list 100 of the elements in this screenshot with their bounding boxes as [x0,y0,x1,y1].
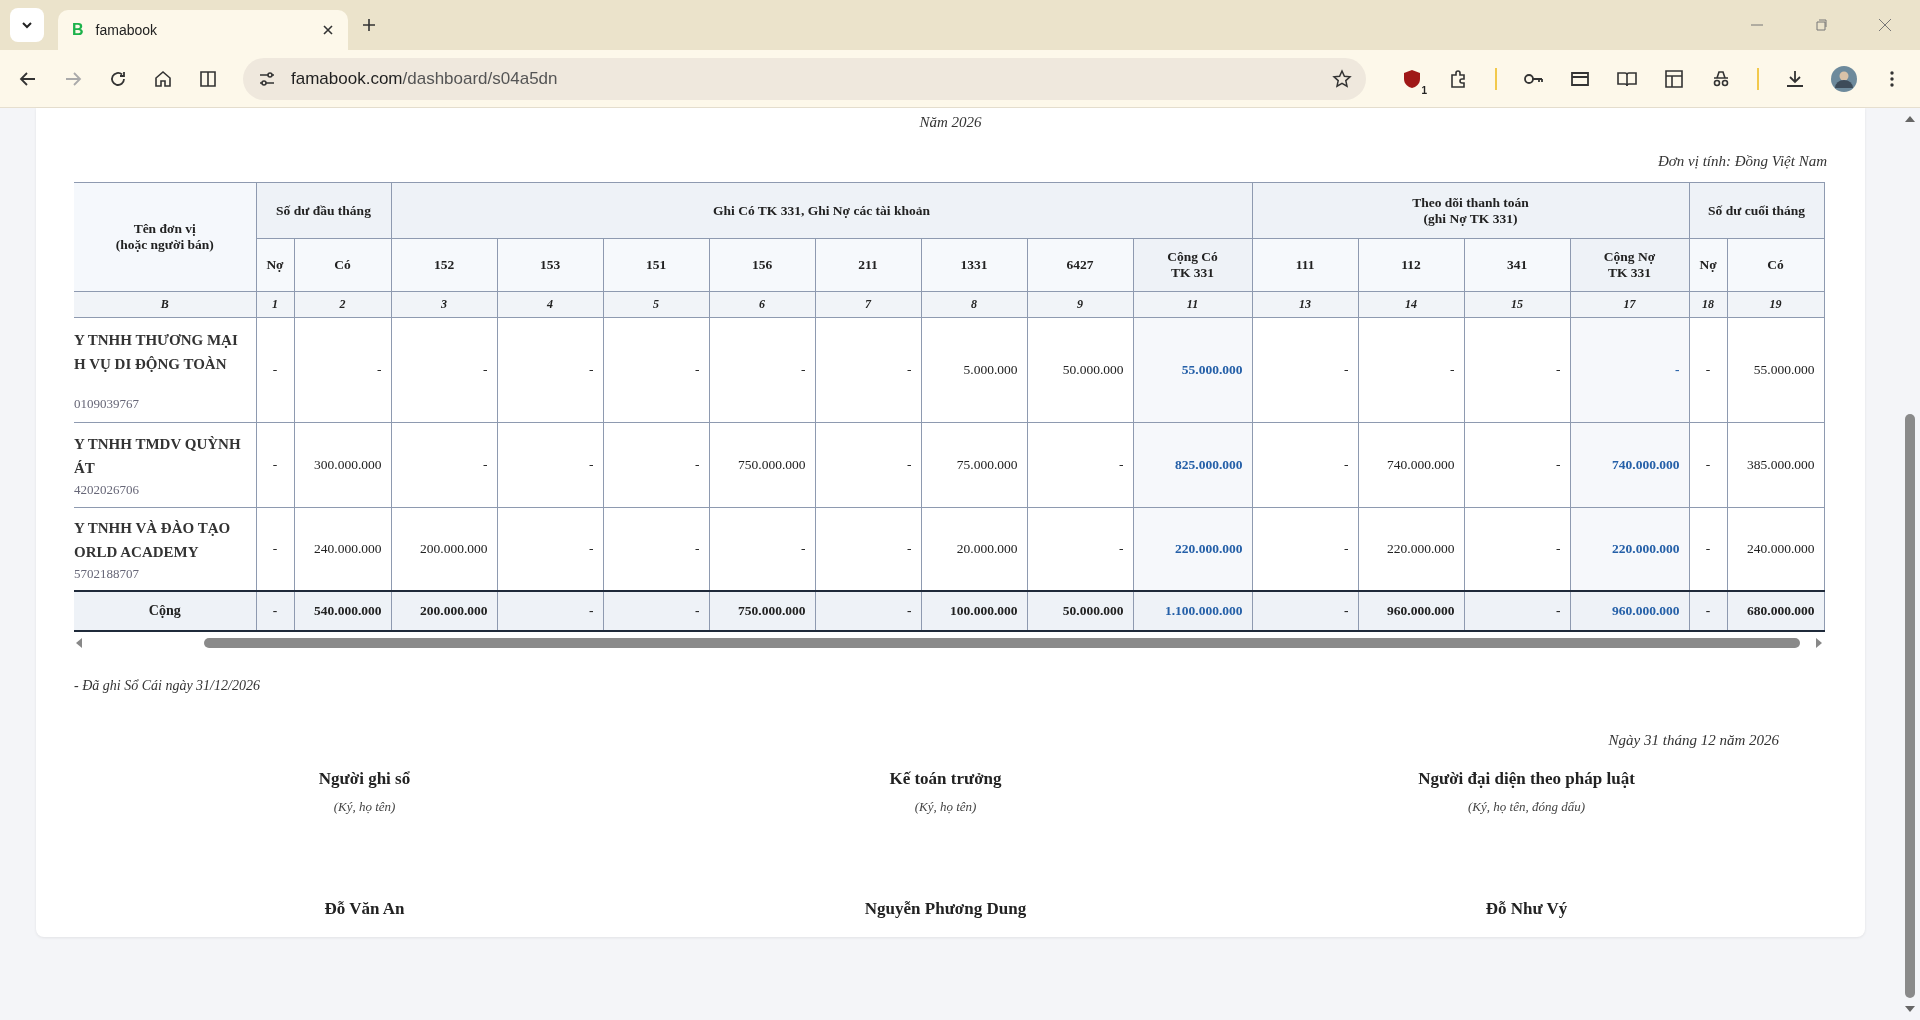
column-index: 14 [1358,291,1464,318]
table-cell: 750.000.000 [709,422,815,508]
table-cell: 220.000.000 [1133,507,1252,591]
layout-icon[interactable] [1663,67,1685,90]
column-index: 17 [1570,291,1690,318]
column-header: 112 [1358,238,1464,292]
group-header: Theo dõi thanh toán (ghi Nợ TK 331) [1252,182,1690,239]
signer-name: Đỗ Như Vý [1485,899,1568,919]
vendor-name: ORLD ACADEMY [74,543,200,562]
scroll-left-icon[interactable] [74,637,84,649]
column-index: 2 [294,291,391,318]
table-cell: - [1570,317,1690,423]
table-cell: - [815,317,921,423]
column-header: Nợ [1689,238,1728,292]
column-index: 3 [391,291,497,318]
currency-unit: Đơn vị tính: Đồng Việt Nam [1657,153,1827,170]
sign-date: Ngày 31 tháng 12 năm 2026 [1607,732,1780,749]
tax-code: 5702188707 [74,566,139,582]
column-index: B [74,291,256,318]
total-cell: - [497,591,603,631]
table-cell: 385.000.000 [1727,422,1825,508]
new-tab-icon[interactable] [362,18,376,32]
signer-title: Kế toán trưởng [889,769,1002,789]
total-cell: 100.000.000 [921,591,1027,631]
column-index: 11 [1133,291,1252,318]
tab-title: famabook [95,22,159,38]
total-cell: - [256,591,294,631]
total-cell: 540.000.000 [294,591,391,631]
star-icon[interactable] [1332,68,1352,89]
table-cell: - [709,317,815,423]
signature-hint: (Ký, họ tên, đóng dấu) [1468,799,1585,815]
column-index: 7 [815,291,921,318]
column-index: 15 [1464,291,1570,318]
signature-hint: (Ký, họ tên) [914,799,977,815]
table-cell: 55.000.000 [1727,317,1825,423]
column-header: 6427 [1027,238,1133,292]
close-icon[interactable] [322,24,334,36]
column-header: 1331 [921,238,1027,292]
column-header: Có [294,238,391,292]
total-cell: 960.000.000 [1358,591,1464,631]
scrollbar-thumb[interactable] [204,638,1800,648]
total-cell: - [1252,591,1358,631]
total-cell: 750.000.000 [709,591,815,631]
signer-name: Đỗ Văn An [324,899,405,919]
total-cell: 960.000.000 [1570,591,1690,631]
ledger-note: - Đã ghi Sổ Cái ngày 31/12/2026 [74,678,261,694]
table-cell: - [1252,317,1358,423]
table-cell: - [1464,422,1570,508]
column-header: 156 [709,238,815,292]
table-cell: 5.000.000 [921,317,1027,423]
column-header: Có [1727,238,1825,292]
table-cell: - [391,317,497,423]
table-cell: - [1027,422,1133,508]
table-cell: - [1689,422,1728,508]
address-bar[interactable]: famabook.com/dashboard/s04a5dn [243,57,1366,100]
home-icon[interactable] [153,68,173,89]
table-cell: 825.000.000 [1133,422,1252,508]
tax-code: 0109039767 [74,396,139,412]
table-cell: 220.000.000 [1570,507,1690,591]
avatar-icon[interactable] [1831,65,1857,92]
table-cell: - [1252,422,1358,508]
table-cell: - [497,317,603,423]
split-view-icon[interactable] [198,68,218,89]
table-cell: - [497,422,603,508]
tab-list-button[interactable] [10,8,44,42]
signature-hint: (Ký, họ tên) [333,799,396,815]
tax-code: 4202026706 [74,482,139,498]
signer-title: Người đại diện theo pháp luật [1418,769,1635,789]
browser-tab[interactable]: B famabook [58,10,348,50]
table-cell: - [391,422,497,508]
vendor-name: Y TNHH THƯƠNG MẠI [74,331,239,350]
column-index: 6 [709,291,815,318]
table-cell: 50.000.000 [1027,317,1133,423]
vendor-name: Y TNHH TMDV QUỲNH [74,435,242,454]
table-cell: - [1358,317,1464,423]
column-index: 19 [1727,291,1825,318]
report-year: Năm 2026 [918,113,983,131]
total-cell: - [815,591,921,631]
column-header: 111 [1252,238,1358,292]
scroll-up-icon[interactable] [1904,114,1916,124]
signer-title: Người ghi sổ [318,769,411,789]
column-header: Cộng Nợ TK 331 [1570,238,1690,292]
column-index: 4 [497,291,603,318]
table-cell: 55.000.000 [1133,317,1252,423]
scroll-down-icon[interactable] [1904,1004,1916,1014]
total-cell: 680.000.000 [1727,591,1825,631]
scrollbar-thumb[interactable] [1905,414,1915,998]
extension-badge: 1 [1419,84,1429,96]
group-header: Số dư đầu tháng [256,182,391,239]
table-cell: 300.000.000 [294,422,391,508]
table-cell: - [603,317,709,423]
table-cell: 75.000.000 [921,422,1027,508]
total-cell: 1.100.000.000 [1133,591,1252,631]
column-header: Tên đơn vị (hoặc người bán) [74,182,256,292]
column-index: 13 [1252,291,1358,318]
total-label: Cộng [74,591,256,631]
scroll-right-icon[interactable] [1814,637,1824,649]
signer-name: Nguyễn Phương Dung [864,899,1027,919]
column-index: 8 [921,291,1027,318]
table-cell: - [815,422,921,508]
